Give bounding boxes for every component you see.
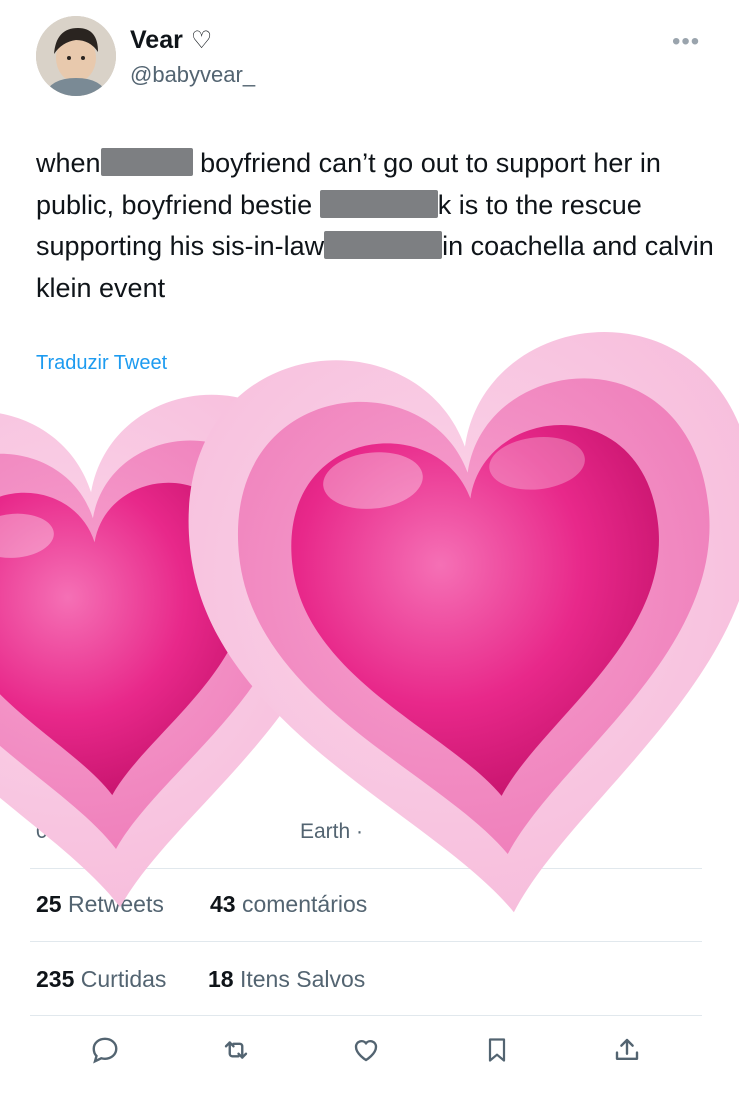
heart-sticker-right (172, 317, 739, 942)
heart-stickers-overlay (0, 317, 739, 942)
